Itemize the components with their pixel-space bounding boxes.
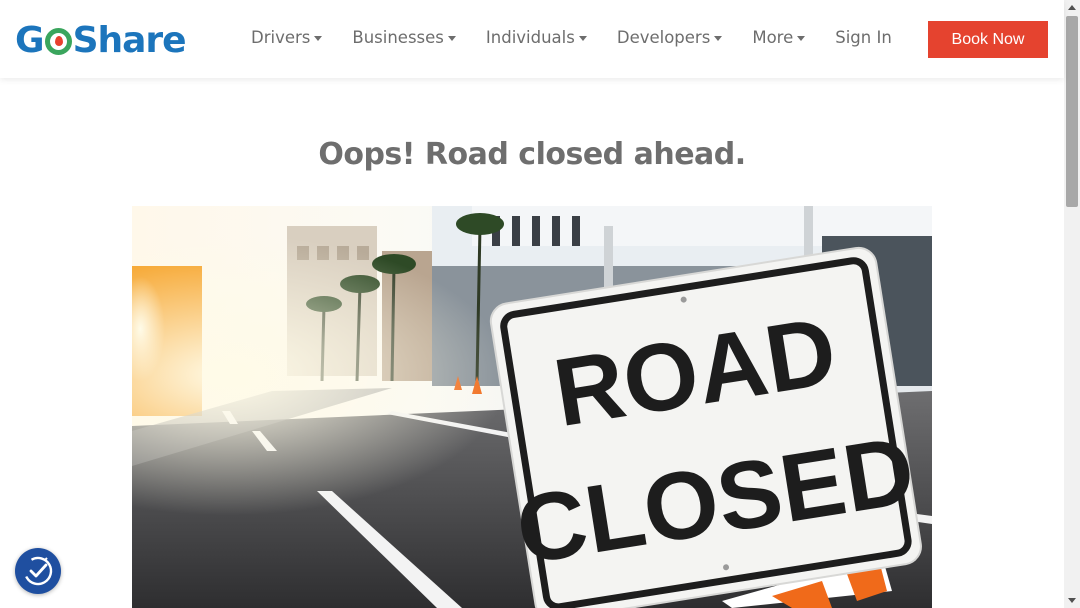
chevron-down-icon [714, 36, 723, 41]
nav-label: Businesses [352, 28, 444, 47]
goshare-logo[interactable]: G Share [15, 18, 187, 62]
road-closed-hero-image: ROAD CLOSED [132, 206, 932, 608]
nav-label: Drivers [251, 28, 311, 47]
nav-item-businesses[interactable]: Businesses [352, 28, 456, 47]
nav-item-developers[interactable]: Developers [616, 28, 723, 47]
nav-item-more[interactable]: More [752, 28, 806, 47]
page-scrollbar[interactable] [1064, 0, 1080, 608]
scroll-thumb[interactable] [1066, 16, 1078, 207]
nav-item-individuals[interactable]: Individuals [486, 28, 587, 47]
map-pin-icon [44, 27, 72, 55]
accessibility-widget-button[interactable] [15, 548, 61, 594]
sign-in-link[interactable]: Sign In [835, 28, 892, 47]
nav-label: Sign In [835, 28, 892, 47]
nav-label: Individuals [485, 28, 575, 47]
site-header: G Share Drivers Businesses Individuals D… [0, 0, 1064, 78]
scroll-up-arrow-icon[interactable] [1068, 5, 1076, 10]
chevron-down-icon [797, 36, 806, 41]
chevron-down-icon [314, 36, 323, 41]
road-closed-illustration: ROAD CLOSED [132, 206, 932, 608]
logo-text-share: Share [72, 19, 187, 61]
nav-label: Developers [616, 28, 711, 47]
main-nav: Drivers Businesses Individuals Developer… [251, 28, 892, 47]
accessibility-check-icon [23, 556, 53, 586]
chevron-down-icon [578, 36, 587, 41]
book-now-button[interactable]: Book Now [928, 21, 1048, 58]
scroll-down-arrow-icon[interactable] [1068, 598, 1076, 603]
page-title: Oops! Road closed ahead. [318, 137, 746, 172]
chevron-down-icon [447, 36, 456, 41]
logo-letter-g: G [15, 19, 45, 61]
nav-item-drivers[interactable]: Drivers [251, 28, 323, 47]
nav-label: More [752, 28, 794, 47]
